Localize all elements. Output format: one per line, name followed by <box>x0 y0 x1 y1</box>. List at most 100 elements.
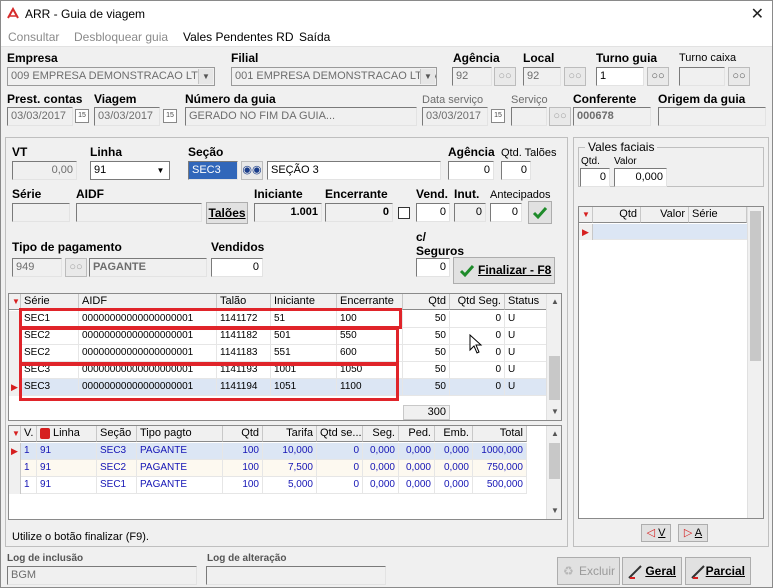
servico-field[interactable] <box>511 107 547 126</box>
resumo-col-7[interactable]: Seg. <box>363 426 399 442</box>
table-cell: 0 <box>450 362 505 379</box>
vales-qtd-field[interactable]: 0 <box>580 168 610 187</box>
taloes-scrollbar[interactable]: ▲ ▼ <box>546 294 561 420</box>
resumo-col-0[interactable]: V. <box>21 426 37 442</box>
menu-vales-pendentes[interactable]: Vales Pendentes RD <box>183 30 294 44</box>
conferente-field[interactable]: 000678 <box>573 107 651 126</box>
vales-empty-row[interactable] <box>593 224 747 240</box>
resumo-col-2[interactable]: Seção <box>97 426 137 442</box>
geral-button[interactable]: Geral <box>622 557 682 585</box>
taloes-col-5[interactable]: Qtd <box>403 294 450 310</box>
parcial-button[interactable]: Parcial <box>685 557 751 585</box>
scroll-thumb[interactable] <box>549 356 560 400</box>
checkmark-icon <box>532 207 548 220</box>
excluir-button[interactable]: ♻ Excluir <box>557 557 620 585</box>
menu-saida[interactable]: Saída <box>299 30 330 44</box>
encerrante-checkbox[interactable] <box>398 207 410 219</box>
chevron-down-icon: ▼ <box>420 69 435 84</box>
menu-consultar[interactable]: Consultar <box>8 30 59 44</box>
seguros-label-prefix: c/ <box>416 230 427 244</box>
vales-col-serie[interactable]: Série <box>689 207 747 223</box>
table-cell: 1000,000 <box>473 443 527 460</box>
vales-title: Vales faciais <box>585 140 658 154</box>
scroll-up-icon[interactable]: ▲ <box>547 294 561 310</box>
vt-label: VT <box>12 145 28 159</box>
binoculars-icon[interactable]: ○○ <box>65 258 87 277</box>
binoculars-icon[interactable]: ○○ <box>494 67 516 86</box>
binoculars-icon[interactable]: ○○ <box>564 67 586 86</box>
secao-name-field[interactable]: SEÇÃO 3 <box>267 161 441 180</box>
scroll-down-icon[interactable]: ▼ <box>547 404 561 420</box>
linha-select[interactable]: 91 ▼ <box>90 161 170 180</box>
binoculars-icon[interactable]: ○○ <box>647 67 669 86</box>
scroll-up-icon[interactable]: ▲ <box>547 426 561 442</box>
agencia-field[interactable]: 0 <box>448 161 494 180</box>
serie-field[interactable] <box>12 203 70 222</box>
finalizar-label: Finalizar - F8 <box>478 263 552 277</box>
binoculars-icon[interactable]: ○○ <box>549 107 571 126</box>
tipo-pagamento-name-field[interactable]: PAGANTE <box>89 258 207 277</box>
data-servico-field[interactable]: 03/03/2017 <box>422 107 488 126</box>
vend-field[interactable]: 0 <box>416 203 450 222</box>
tipo-pagamento-code-field[interactable]: 949 <box>12 258 62 277</box>
scroll-thumb[interactable] <box>549 443 560 479</box>
resumo-col-4[interactable]: Qtd <box>223 426 263 442</box>
vales-scrollbar[interactable] <box>747 207 763 518</box>
taloes-button[interactable]: Talões <box>206 202 248 224</box>
prest-contas-field[interactable]: 03/03/2017 <box>7 107 73 126</box>
filial-select[interactable]: 001 EMPRESA DEMONSTRACAO LTDA ▼ <box>231 67 437 86</box>
binoculars-icon[interactable]: ◉◉ <box>241 161 263 180</box>
viagem-field[interactable]: 03/03/2017 <box>94 107 160 126</box>
seguros-field[interactable]: 0 <box>416 258 450 277</box>
resumo-col-6[interactable]: Qtd se... <box>317 426 363 442</box>
vendidos-field[interactable]: 0 <box>211 258 263 277</box>
close-button[interactable]: ✕ <box>751 4 764 24</box>
finalizar-hint: Utilize o botão finalizar (F9). <box>12 531 149 543</box>
taloes-col-7[interactable]: Status <box>505 294 547 310</box>
agencia-header-field[interactable]: 92 <box>452 67 492 86</box>
resumo-scrollbar[interactable]: ▲ ▼ <box>546 426 561 519</box>
resumo-col-1[interactable]: Linha <box>37 426 97 442</box>
prev-vale-button[interactable]: ◁ V <box>641 524 671 542</box>
vales-col-qtd[interactable]: Qtd <box>593 207 641 223</box>
numero-guia-field[interactable]: GERADO NO FIM DA GUIA... <box>185 107 417 126</box>
finalizar-button[interactable]: Finalizar - F8 <box>453 257 555 284</box>
row-indicator-icon: ▶ <box>579 224 593 240</box>
vales-col-valor[interactable]: Valor <box>641 207 689 223</box>
empresa-select[interactable]: 009 EMPRESA DEMONSTRACAO LTDA ▼ <box>7 67 215 86</box>
resumo-col-9[interactable]: Emb. <box>435 426 473 442</box>
resumo-table[interactable]: ▼ V. Linha Seção Tipo pagto Qtd Tarifa Qtd se..… <box>8 425 562 520</box>
calendar-icon[interactable]: 15 <box>75 109 89 123</box>
resumo-col-3[interactable]: Tipo pagto <box>137 426 223 442</box>
encerrante-field[interactable]: 0 <box>325 203 393 222</box>
calendar-icon[interactable]: 15 <box>163 109 177 123</box>
origem-guia-field[interactable] <box>658 107 766 126</box>
vt-field[interactable]: 0,00 <box>12 161 77 180</box>
linha-value: 91 <box>94 164 107 176</box>
vales-valor-field[interactable]: 0,000 <box>614 168 667 187</box>
table-cell: 0 <box>317 443 363 460</box>
turno-guia-field[interactable]: 1 <box>596 67 644 86</box>
aidf-field[interactable] <box>76 203 202 222</box>
secao-label: Seção <box>188 145 224 159</box>
inut-field[interactable]: 0 <box>454 203 486 222</box>
highlight-box-rows-4-5 <box>19 363 399 401</box>
resumo-col-5[interactable]: Tarifa <box>263 426 317 442</box>
secao-code-field[interactable]: SEC3 <box>188 161 238 180</box>
turno-caixa-field[interactable] <box>679 67 725 86</box>
local-field[interactable]: 92 <box>523 67 561 86</box>
taloes-col-6[interactable]: Qtd Seg. <box>450 294 505 310</box>
next-vale-button[interactable]: ▷ A <box>678 524 708 542</box>
iniciante-field[interactable]: 1.001 <box>254 203 322 222</box>
vales-table[interactable]: ▼ Qtd Valor Série ▶ <box>578 206 764 519</box>
menu-desbloquear-guia[interactable]: Desbloquear guia <box>74 30 168 44</box>
prest-contas-label: Prest. contas <box>7 92 83 106</box>
confirm-antecipados-button[interactable] <box>528 201 552 224</box>
qtd-taloes-field[interactable]: 0 <box>501 161 531 180</box>
resumo-col-10[interactable]: Total <box>473 426 527 442</box>
binoculars-icon[interactable]: ○○ <box>728 67 750 86</box>
resumo-col-8[interactable]: Ped. <box>399 426 435 442</box>
scroll-down-icon[interactable]: ▼ <box>547 503 561 519</box>
calendar-icon[interactable]: 15 <box>491 109 505 123</box>
antecipados-field[interactable]: 0 <box>490 203 522 222</box>
